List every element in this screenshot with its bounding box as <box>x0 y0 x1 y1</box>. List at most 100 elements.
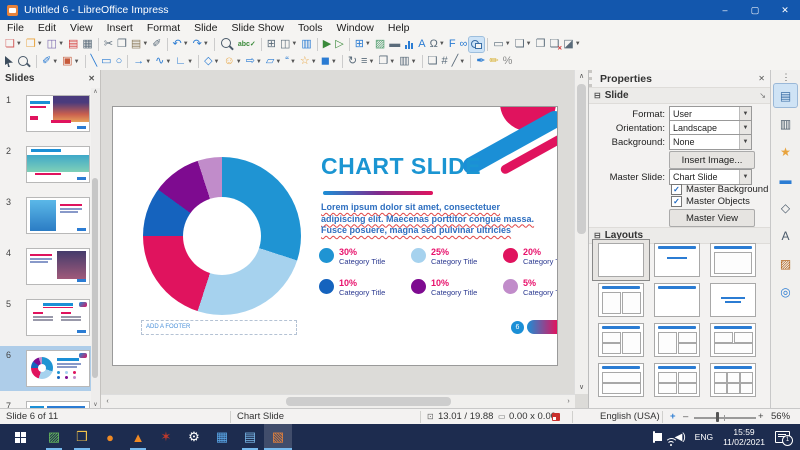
clone-formatting-button[interactable]: ✐ <box>150 37 163 52</box>
chevron-down-icon[interactable]: ▼ <box>142 41 148 47</box>
scrollbar-thumb[interactable] <box>92 178 98 378</box>
chevron-down-icon[interactable]: ▼ <box>16 41 22 47</box>
flowchart-button[interactable]: ▱▼ <box>264 54 283 69</box>
legend-item[interactable]: 5%Category Title <box>503 278 558 309</box>
scroll-up-icon[interactable]: ∧ <box>575 70 588 83</box>
sidebar-tab-animation[interactable]: ★ <box>774 140 797 163</box>
slide-thumbnail-3[interactable]: 3 <box>0 193 91 238</box>
start-from-first-slide-button[interactable]: ▶ <box>321 37 333 52</box>
slide-thumbnail-2[interactable]: 2 <box>0 142 91 187</box>
chevron-down-icon[interactable]: ▼ <box>365 41 371 47</box>
basic-shapes-button[interactable]: ◇▼ <box>202 54 221 69</box>
lines-and-arrows-button[interactable]: →▼ <box>131 54 153 69</box>
new-slide-button[interactable]: ❏▼ <box>513 37 534 52</box>
slide-section-header[interactable]: ⊟ Slide ↘ <box>589 87 771 104</box>
sidebar-tab-styles[interactable]: A <box>774 224 797 247</box>
battery-icon[interactable] <box>653 432 655 442</box>
insert-text-box-button[interactable]: A <box>416 37 427 52</box>
zoom-out-icon[interactable]: – <box>683 409 688 425</box>
slide-thumbnail-4[interactable]: 4 <box>0 244 91 289</box>
chevron-down-icon[interactable]: ▼ <box>37 41 43 47</box>
taskbar-libreoffice-writer[interactable]: ▤ <box>236 424 264 450</box>
taskbar-vlc[interactable]: ▲ <box>124 424 152 450</box>
close-button[interactable]: ✕ <box>770 0 800 20</box>
chevron-down-icon[interactable]: ▼ <box>52 59 58 65</box>
close-icon[interactable]: ✕ <box>88 74 95 83</box>
duplicate-slide-button[interactable]: ❐ <box>534 37 548 52</box>
toggle-extrusion-button[interactable]: % <box>501 54 515 69</box>
menu-slide[interactable]: Slide <box>187 20 224 35</box>
insert-table-button[interactable]: ⊞▼ <box>353 37 373 52</box>
more-options-icon[interactable]: ↘ <box>759 91 766 100</box>
master-background-checkbox[interactable]: ✓ Master Background <box>671 184 768 195</box>
callouts-button[interactable]: “▼ <box>283 54 298 69</box>
layout-title-sub[interactable] <box>649 240 705 280</box>
curve-polygon-button[interactable]: ∿▼ <box>153 54 173 69</box>
find-replace-button[interactable] <box>218 37 236 52</box>
legend-item[interactable]: 10%Category Title <box>411 278 503 309</box>
legend-item[interactable]: 20%Category Title <box>503 247 558 278</box>
chevron-down-icon[interactable]: ▼ <box>331 59 337 65</box>
chevron-down-icon[interactable]: ▼ <box>275 59 281 65</box>
export-pdf-button[interactable]: ▤ <box>66 37 80 52</box>
taskbar-media-app[interactable]: ✶ <box>152 424 180 450</box>
chevron-down-icon[interactable]: ▼ <box>368 59 374 65</box>
layout-four[interactable] <box>649 360 705 400</box>
display-grid-button[interactable]: ⊞ <box>265 37 278 52</box>
minimize-button[interactable]: – <box>710 0 740 20</box>
fill-color-button[interactable]: ▣▼ <box>60 54 81 69</box>
chevron-down-icon[interactable]: ▼ <box>439 41 445 47</box>
cut-button[interactable]: ✂ <box>102 37 115 52</box>
stars-banners-button[interactable]: ☆▼ <box>298 54 319 69</box>
undo-button[interactable]: ↶▼ <box>171 37 191 52</box>
layout-two-and-one[interactable] <box>593 320 649 360</box>
slide-thumbnail-1[interactable]: 1 <box>0 91 91 136</box>
sidebar-tab-navigator[interactable]: ◎ <box>774 280 797 303</box>
chevron-down-icon[interactable]: ▼ <box>214 59 220 65</box>
fontwork-button[interactable]: F <box>447 37 458 52</box>
draw-functions-button[interactable] <box>469 37 484 52</box>
menu-file[interactable]: File <box>0 20 31 35</box>
header-footer-button[interactable]: ▭▼ <box>491 37 512 52</box>
scroll-down-icon[interactable]: ∨ <box>575 381 588 394</box>
chevron-down-icon[interactable]: ▼ <box>575 41 581 47</box>
chevron-down-icon[interactable]: ▼ <box>187 59 193 65</box>
menu-tools[interactable]: Tools <box>291 20 330 35</box>
taskbar-settings[interactable]: ⚙ <box>180 424 208 450</box>
language-status[interactable]: English (USA) <box>600 409 660 425</box>
close-sidebar-deck-icon[interactable]: ✕ <box>758 74 765 83</box>
menu-insert[interactable]: Insert <box>100 20 140 35</box>
3d-objects-button[interactable]: ◼▼ <box>319 54 339 69</box>
scroll-left-icon[interactable]: ‹ <box>101 395 114 408</box>
special-character-button[interactable]: Ω▼ <box>428 37 447 52</box>
paste-button[interactable]: ▤▼ <box>129 37 150 52</box>
layout-one-over-one[interactable] <box>593 360 649 400</box>
legend-item[interactable]: 25%Category Title <box>411 247 503 278</box>
unsaved-changes-icon[interactable] <box>552 413 560 421</box>
insert-image-button[interactable]: ▨ <box>373 37 387 52</box>
zoom-percent-status[interactable]: 56% <box>771 409 790 425</box>
line-color-button[interactable]: ✐▼ <box>40 54 60 69</box>
chevron-down-icon[interactable]: ▼ <box>459 59 465 65</box>
sidebar-tab-properties[interactable]: ▤ <box>774 84 797 107</box>
taskbar-file-explorer[interactable]: ❒ <box>68 424 96 450</box>
insert-chart-button[interactable] <box>402 37 416 52</box>
menu-help[interactable]: Help <box>381 20 417 35</box>
slide-body-text[interactable]: Lorem ipsum dolor sit amet, consectetuer… <box>321 202 558 237</box>
ellipse-button[interactable]: ○ <box>114 54 125 69</box>
start-from-current-slide-button[interactable]: ▷ <box>333 37 345 52</box>
insert-line-button[interactable]: ╲ <box>89 54 100 69</box>
chevron-down-icon[interactable]: ▼ <box>183 41 189 47</box>
arrange-button[interactable]: ❐▼ <box>376 54 397 69</box>
fit-slide-icon[interactable]: + <box>670 409 676 425</box>
zoom-in-icon[interactable]: + <box>758 409 764 425</box>
spelling-button[interactable]: abc✓ <box>236 37 258 52</box>
symbol-shapes-button[interactable]: ☺▼ <box>222 54 244 69</box>
menu-view[interactable]: View <box>63 20 100 35</box>
clock[interactable]: 15:59 11/02/2021 <box>723 427 765 447</box>
scrollbar-thumb[interactable] <box>577 84 586 234</box>
master-objects-checkbox[interactable]: ✓ Master Objects <box>671 196 750 207</box>
slide-properties-button[interactable]: ◪▼ <box>561 37 582 52</box>
chevron-down-icon[interactable]: ▼ <box>74 59 80 65</box>
slide-thumbnail-5[interactable]: 5 <box>0 295 91 340</box>
